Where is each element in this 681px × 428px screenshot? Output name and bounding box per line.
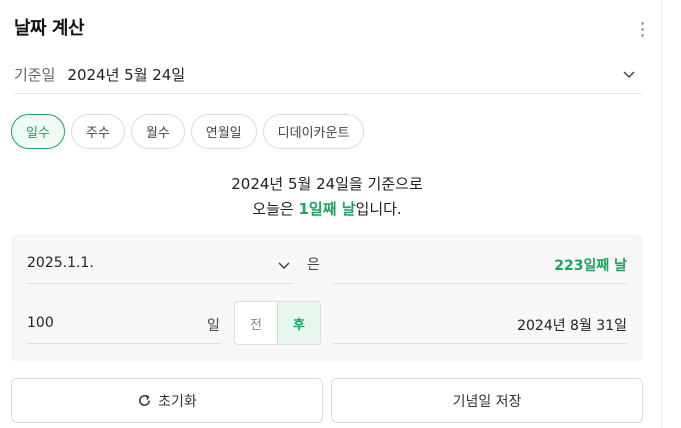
calculation-panel: 2025.1.1. 은 223일째 날 100 일 전 후 2024년 8월 3… bbox=[11, 234, 643, 362]
particle-label: 은 bbox=[307, 257, 320, 273]
summary-highlight: 1일째 날 bbox=[298, 200, 356, 218]
tab-dday[interactable]: 디데이카운트 bbox=[262, 114, 365, 149]
chevron-down-icon bbox=[277, 258, 291, 276]
tab-ymd[interactable]: 연월일 bbox=[190, 114, 257, 149]
base-date-selector[interactable]: 기준일 2024년 5월 24일 bbox=[14, 56, 642, 94]
after-option[interactable]: 후 bbox=[277, 302, 320, 344]
date-calculator-card: 날짜 계산 기준일 2024년 5월 24일 일수 주수 월수 연월일 디데이카… bbox=[0, 0, 662, 428]
save-label: 기념일 저장 bbox=[452, 393, 522, 410]
result-date: 2024년 8월 31일 bbox=[333, 304, 627, 344]
days-unit-label: 일 bbox=[207, 318, 220, 334]
tab-months[interactable]: 월수 bbox=[130, 114, 185, 149]
elapsed-days-result: 223일째 날 bbox=[333, 244, 627, 284]
tab-days[interactable]: 일수 bbox=[11, 114, 65, 149]
refresh-icon bbox=[137, 393, 152, 408]
card-header: 날짜 계산 bbox=[14, 14, 647, 42]
reset-label: 초기화 bbox=[158, 393, 197, 410]
more-options-icon[interactable] bbox=[641, 22, 645, 38]
date-input-value: 2025.1.1. bbox=[27, 255, 94, 271]
save-anniversary-button[interactable]: 기념일 저장 bbox=[331, 378, 643, 423]
card-title: 날짜 계산 bbox=[14, 18, 85, 39]
reset-button[interactable]: 초기화 bbox=[11, 378, 323, 423]
date-input[interactable]: 2025.1.1. bbox=[27, 244, 293, 284]
summary-prefix: 오늘은 bbox=[252, 200, 299, 218]
elapsed-days-value: 223일째 날 bbox=[554, 258, 627, 274]
before-after-toggle: 전 후 bbox=[234, 301, 321, 345]
days-number-input[interactable]: 100 bbox=[27, 304, 221, 344]
mode-tabs: 일수 주수 월수 연월일 디데이카운트 bbox=[11, 114, 365, 149]
summary-suffix: 입니다. bbox=[355, 200, 402, 218]
result-date-value: 2024년 8월 31일 bbox=[517, 318, 627, 334]
tab-weeks[interactable]: 주수 bbox=[70, 114, 125, 149]
before-option[interactable]: 전 bbox=[235, 302, 277, 344]
chevron-down-icon bbox=[622, 66, 636, 85]
summary-line-2: 오늘은 1일째 날입니다. bbox=[0, 198, 654, 219]
days-number-value: 100 bbox=[27, 315, 54, 331]
base-date-label: 기준일 bbox=[14, 66, 56, 84]
base-date-value: 2024년 5월 24일 bbox=[67, 66, 186, 84]
summary-line-1: 2024년 5월 24일을 기준으로 bbox=[231, 175, 423, 193]
